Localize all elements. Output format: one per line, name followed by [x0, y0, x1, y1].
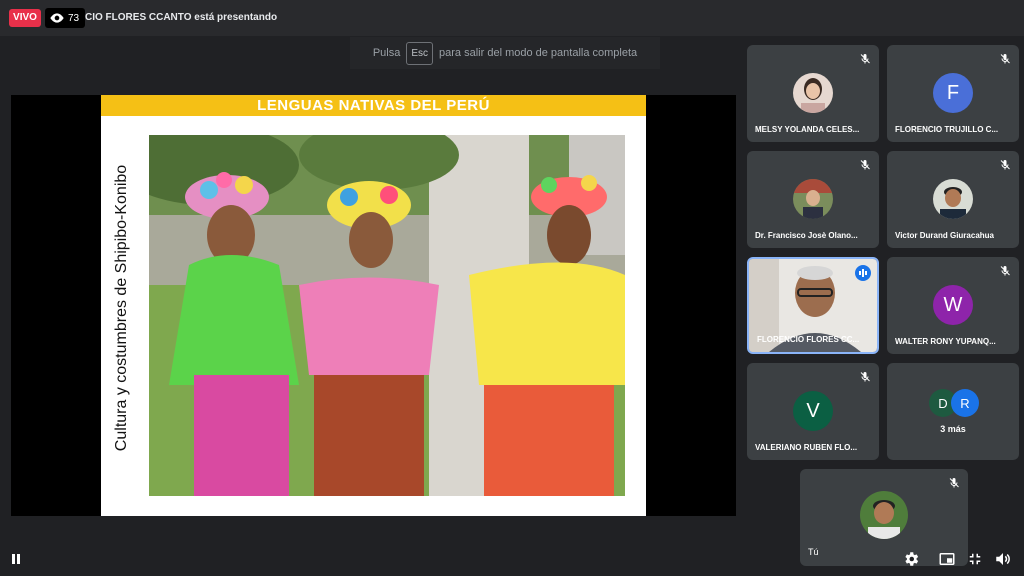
more-participants-tile[interactable]: D R 3 más — [887, 363, 1019, 460]
hint-suffix: para salir del modo de pantalla completa — [439, 47, 638, 59]
mic-off-icon — [1000, 54, 1010, 64]
mic-off-icon — [860, 160, 870, 170]
participant-photo — [933, 179, 973, 219]
self-avatar — [860, 491, 908, 539]
participant-name: Dr. Francisco Josè Olano... — [755, 231, 858, 240]
participant-name: WALTER RONY YUPANQ... — [895, 337, 996, 346]
settings-gear-icon[interactable] — [902, 550, 920, 568]
participant-name: Victor Durand Giuracahua — [895, 231, 994, 240]
participant-tile[interactable]: MELSY YOLANDA CELES... — [747, 45, 879, 142]
viewer-count-value: 73 — [68, 12, 80, 24]
participant-name: FLORENCIO TRUJILLO C... — [895, 125, 999, 134]
participant-photo — [793, 73, 833, 113]
more-participants-avatars: D R — [929, 389, 979, 417]
participant-name: VALERIANO RUBEN FLO... — [755, 443, 858, 452]
self-name: Tú — [808, 547, 819, 557]
mic-off-icon — [860, 54, 870, 64]
participant-name: MELSY YOLANDA CELES... — [755, 125, 860, 134]
slide: LENGUAS NATIVAS DEL PERÚ Cultura y costu… — [101, 95, 646, 516]
participant-avatar: R — [951, 389, 979, 417]
speaking-indicator-icon — [855, 265, 871, 281]
fullscreen-hint: Pulsa Esc para salir del modo de pantall… — [350, 37, 660, 69]
participant-tile[interactable]: Dr. Francisco Josè Olano... — [747, 151, 879, 248]
exit-fullscreen-icon[interactable] — [966, 550, 984, 568]
slide-photo — [149, 135, 625, 496]
participant-tile[interactable]: Victor Durand Giuracahua — [887, 151, 1019, 248]
slide-title: LENGUAS NATIVAS DEL PERÚ — [101, 95, 646, 116]
participant-tile-speaking[interactable]: FLORENCIO FLORES CC... — [747, 257, 879, 354]
mic-off-icon — [1000, 160, 1010, 170]
mic-off-icon — [949, 478, 959, 488]
eye-icon — [50, 13, 64, 23]
mic-off-icon — [1000, 266, 1010, 276]
slide-vertical-caption: Cultura y costumbres de Shipibo-Konibo — [109, 135, 135, 480]
picture-in-picture-icon[interactable] — [938, 550, 956, 568]
participant-tile[interactable]: W WALTER RONY YUPANQ... — [887, 257, 1019, 354]
more-participants-label: 3 más — [940, 424, 966, 434]
participant-photo — [793, 179, 833, 219]
esc-key[interactable]: Esc — [406, 41, 434, 65]
top-bar: VIVO 73 CIO FLORES CCANTO está presentan… — [0, 0, 1024, 36]
live-badge: VIVO — [9, 9, 41, 27]
slide-vertical-text: Cultura y costumbres de Shipibo-Konibo — [113, 164, 130, 451]
participant-avatar: W — [933, 285, 973, 325]
presentation-stage: LENGUAS NATIVAS DEL PERÚ Cultura y costu… — [11, 95, 736, 516]
participant-tile[interactable]: V VALERIANO RUBEN FLO... — [747, 363, 879, 460]
participant-name: FLORENCIO FLORES CC... — [757, 335, 860, 344]
mic-off-icon — [860, 372, 870, 382]
participant-avatar: F — [933, 73, 973, 113]
presenter-status: CIO FLORES CCANTO está presentando — [85, 12, 278, 23]
pause-icon[interactable] — [10, 553, 22, 565]
hint-prefix: Pulsa — [372, 47, 401, 59]
volume-icon[interactable] — [994, 550, 1012, 568]
viewer-count: 73 — [45, 8, 85, 28]
participant-avatar: V — [793, 391, 833, 431]
participant-tile[interactable]: F FLORENCIO TRUJILLO C... — [887, 45, 1019, 142]
